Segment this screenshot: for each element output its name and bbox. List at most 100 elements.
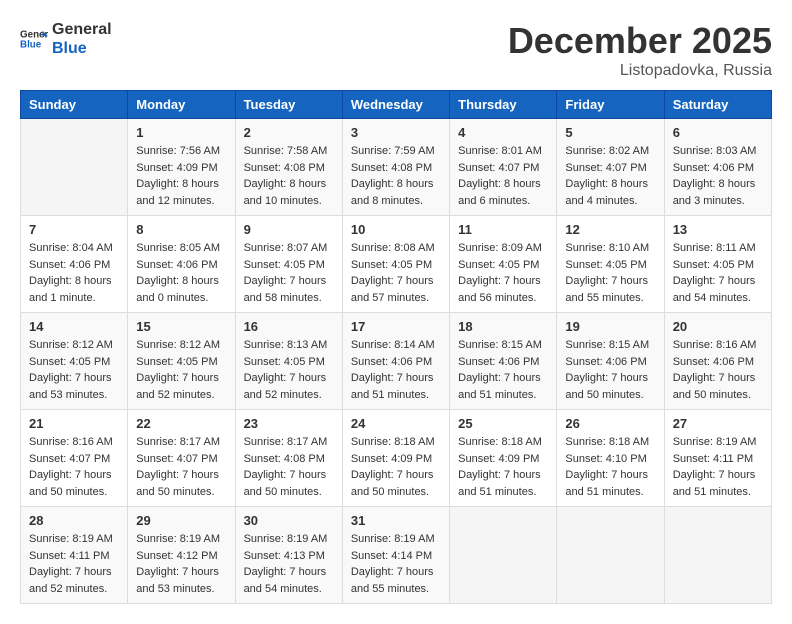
- day-headers-row: SundayMondayTuesdayWednesdayThursdayFrid…: [21, 91, 772, 119]
- day-number: 15: [136, 319, 226, 334]
- day-info: Sunrise: 8:12 AM Sunset: 4:05 PM Dayligh…: [29, 337, 119, 403]
- day-cell: 15 Sunrise: 8:12 AM Sunset: 4:05 PM Dayl…: [128, 313, 235, 410]
- day-info: Sunrise: 8:12 AM Sunset: 4:05 PM Dayligh…: [136, 337, 226, 403]
- day-info: Sunrise: 8:17 AM Sunset: 4:07 PM Dayligh…: [136, 434, 226, 500]
- day-info: Sunrise: 7:58 AM Sunset: 4:08 PM Dayligh…: [244, 143, 334, 209]
- day-info: Sunrise: 8:16 AM Sunset: 4:06 PM Dayligh…: [673, 337, 763, 403]
- day-number: 1: [136, 125, 226, 140]
- day-info: Sunrise: 7:59 AM Sunset: 4:08 PM Dayligh…: [351, 143, 441, 209]
- day-number: 2: [244, 125, 334, 140]
- day-number: 31: [351, 513, 441, 528]
- day-cell: [664, 507, 771, 604]
- day-number: 17: [351, 319, 441, 334]
- day-number: 7: [29, 222, 119, 237]
- day-cell: 25 Sunrise: 8:18 AM Sunset: 4:09 PM Dayl…: [450, 410, 557, 507]
- day-info: Sunrise: 8:19 AM Sunset: 4:11 PM Dayligh…: [673, 434, 763, 500]
- day-number: 9: [244, 222, 334, 237]
- day-cell: 20 Sunrise: 8:16 AM Sunset: 4:06 PM Dayl…: [664, 313, 771, 410]
- day-info: Sunrise: 8:05 AM Sunset: 4:06 PM Dayligh…: [136, 240, 226, 306]
- day-header-saturday: Saturday: [664, 91, 771, 119]
- day-number: 23: [244, 416, 334, 431]
- day-info: Sunrise: 8:19 AM Sunset: 4:12 PM Dayligh…: [136, 531, 226, 597]
- day-info: Sunrise: 8:16 AM Sunset: 4:07 PM Dayligh…: [29, 434, 119, 500]
- day-number: 26: [565, 416, 655, 431]
- day-info: Sunrise: 8:14 AM Sunset: 4:06 PM Dayligh…: [351, 337, 441, 403]
- day-number: 27: [673, 416, 763, 431]
- day-info: Sunrise: 8:15 AM Sunset: 4:06 PM Dayligh…: [458, 337, 548, 403]
- day-cell: 12 Sunrise: 8:10 AM Sunset: 4:05 PM Dayl…: [557, 216, 664, 313]
- day-cell: 6 Sunrise: 8:03 AM Sunset: 4:06 PM Dayli…: [664, 119, 771, 216]
- day-info: Sunrise: 8:03 AM Sunset: 4:06 PM Dayligh…: [673, 143, 763, 209]
- week-row-4: 21 Sunrise: 8:16 AM Sunset: 4:07 PM Dayl…: [21, 410, 772, 507]
- day-number: 13: [673, 222, 763, 237]
- day-info: Sunrise: 8:18 AM Sunset: 4:10 PM Dayligh…: [565, 434, 655, 500]
- day-number: 14: [29, 319, 119, 334]
- logo: General Blue General Blue: [20, 20, 112, 58]
- logo-general: General: [52, 20, 112, 39]
- day-cell: [21, 119, 128, 216]
- day-cell: 17 Sunrise: 8:14 AM Sunset: 4:06 PM Dayl…: [342, 313, 449, 410]
- day-info: Sunrise: 8:19 AM Sunset: 4:13 PM Dayligh…: [244, 531, 334, 597]
- day-info: Sunrise: 8:01 AM Sunset: 4:07 PM Dayligh…: [458, 143, 548, 209]
- month-year-title: December 2025: [508, 20, 772, 62]
- day-info: Sunrise: 8:07 AM Sunset: 4:05 PM Dayligh…: [244, 240, 334, 306]
- day-number: 16: [244, 319, 334, 334]
- day-number: 22: [136, 416, 226, 431]
- day-number: 20: [673, 319, 763, 334]
- day-cell: 11 Sunrise: 8:09 AM Sunset: 4:05 PM Dayl…: [450, 216, 557, 313]
- day-info: Sunrise: 8:17 AM Sunset: 4:08 PM Dayligh…: [244, 434, 334, 500]
- day-info: Sunrise: 7:56 AM Sunset: 4:09 PM Dayligh…: [136, 143, 226, 209]
- day-number: 4: [458, 125, 548, 140]
- day-number: 3: [351, 125, 441, 140]
- day-info: Sunrise: 8:19 AM Sunset: 4:14 PM Dayligh…: [351, 531, 441, 597]
- day-number: 12: [565, 222, 655, 237]
- day-cell: 4 Sunrise: 8:01 AM Sunset: 4:07 PM Dayli…: [450, 119, 557, 216]
- day-info: Sunrise: 8:11 AM Sunset: 4:05 PM Dayligh…: [673, 240, 763, 306]
- day-cell: 9 Sunrise: 8:07 AM Sunset: 4:05 PM Dayli…: [235, 216, 342, 313]
- day-header-sunday: Sunday: [21, 91, 128, 119]
- day-header-thursday: Thursday: [450, 91, 557, 119]
- day-info: Sunrise: 8:04 AM Sunset: 4:06 PM Dayligh…: [29, 240, 119, 306]
- day-header-friday: Friday: [557, 91, 664, 119]
- day-info: Sunrise: 8:02 AM Sunset: 4:07 PM Dayligh…: [565, 143, 655, 209]
- day-number: 19: [565, 319, 655, 334]
- week-row-1: 1 Sunrise: 7:56 AM Sunset: 4:09 PM Dayli…: [21, 119, 772, 216]
- day-number: 18: [458, 319, 548, 334]
- day-cell: 24 Sunrise: 8:18 AM Sunset: 4:09 PM Dayl…: [342, 410, 449, 507]
- day-cell: 27 Sunrise: 8:19 AM Sunset: 4:11 PM Dayl…: [664, 410, 771, 507]
- day-cell: 19 Sunrise: 8:15 AM Sunset: 4:06 PM Dayl…: [557, 313, 664, 410]
- logo-icon: General Blue: [20, 25, 48, 53]
- day-header-tuesday: Tuesday: [235, 91, 342, 119]
- day-cell: 8 Sunrise: 8:05 AM Sunset: 4:06 PM Dayli…: [128, 216, 235, 313]
- week-row-5: 28 Sunrise: 8:19 AM Sunset: 4:11 PM Dayl…: [21, 507, 772, 604]
- day-cell: 14 Sunrise: 8:12 AM Sunset: 4:05 PM Dayl…: [21, 313, 128, 410]
- day-info: Sunrise: 8:13 AM Sunset: 4:05 PM Dayligh…: [244, 337, 334, 403]
- day-cell: 23 Sunrise: 8:17 AM Sunset: 4:08 PM Dayl…: [235, 410, 342, 507]
- logo-blue: Blue: [52, 39, 112, 58]
- day-info: Sunrise: 8:10 AM Sunset: 4:05 PM Dayligh…: [565, 240, 655, 306]
- day-header-monday: Monday: [128, 91, 235, 119]
- day-cell: 28 Sunrise: 8:19 AM Sunset: 4:11 PM Dayl…: [21, 507, 128, 604]
- day-cell: 26 Sunrise: 8:18 AM Sunset: 4:10 PM Dayl…: [557, 410, 664, 507]
- day-cell: 18 Sunrise: 8:15 AM Sunset: 4:06 PM Dayl…: [450, 313, 557, 410]
- title-area: December 2025 Listopadovka, Russia: [508, 20, 772, 80]
- day-cell: 13 Sunrise: 8:11 AM Sunset: 4:05 PM Dayl…: [664, 216, 771, 313]
- day-number: 6: [673, 125, 763, 140]
- day-number: 28: [29, 513, 119, 528]
- day-info: Sunrise: 8:19 AM Sunset: 4:11 PM Dayligh…: [29, 531, 119, 597]
- day-number: 21: [29, 416, 119, 431]
- day-cell: 7 Sunrise: 8:04 AM Sunset: 4:06 PM Dayli…: [21, 216, 128, 313]
- day-info: Sunrise: 8:08 AM Sunset: 4:05 PM Dayligh…: [351, 240, 441, 306]
- day-cell: 31 Sunrise: 8:19 AM Sunset: 4:14 PM Dayl…: [342, 507, 449, 604]
- day-cell: [557, 507, 664, 604]
- day-number: 11: [458, 222, 548, 237]
- svg-text:Blue: Blue: [20, 40, 42, 51]
- day-cell: 16 Sunrise: 8:13 AM Sunset: 4:05 PM Dayl…: [235, 313, 342, 410]
- day-info: Sunrise: 8:18 AM Sunset: 4:09 PM Dayligh…: [458, 434, 548, 500]
- day-number: 24: [351, 416, 441, 431]
- day-number: 25: [458, 416, 548, 431]
- day-info: Sunrise: 8:09 AM Sunset: 4:05 PM Dayligh…: [458, 240, 548, 306]
- location-subtitle: Listopadovka, Russia: [508, 62, 772, 80]
- day-cell: 10 Sunrise: 8:08 AM Sunset: 4:05 PM Dayl…: [342, 216, 449, 313]
- header: General Blue General Blue December 2025 …: [20, 20, 772, 80]
